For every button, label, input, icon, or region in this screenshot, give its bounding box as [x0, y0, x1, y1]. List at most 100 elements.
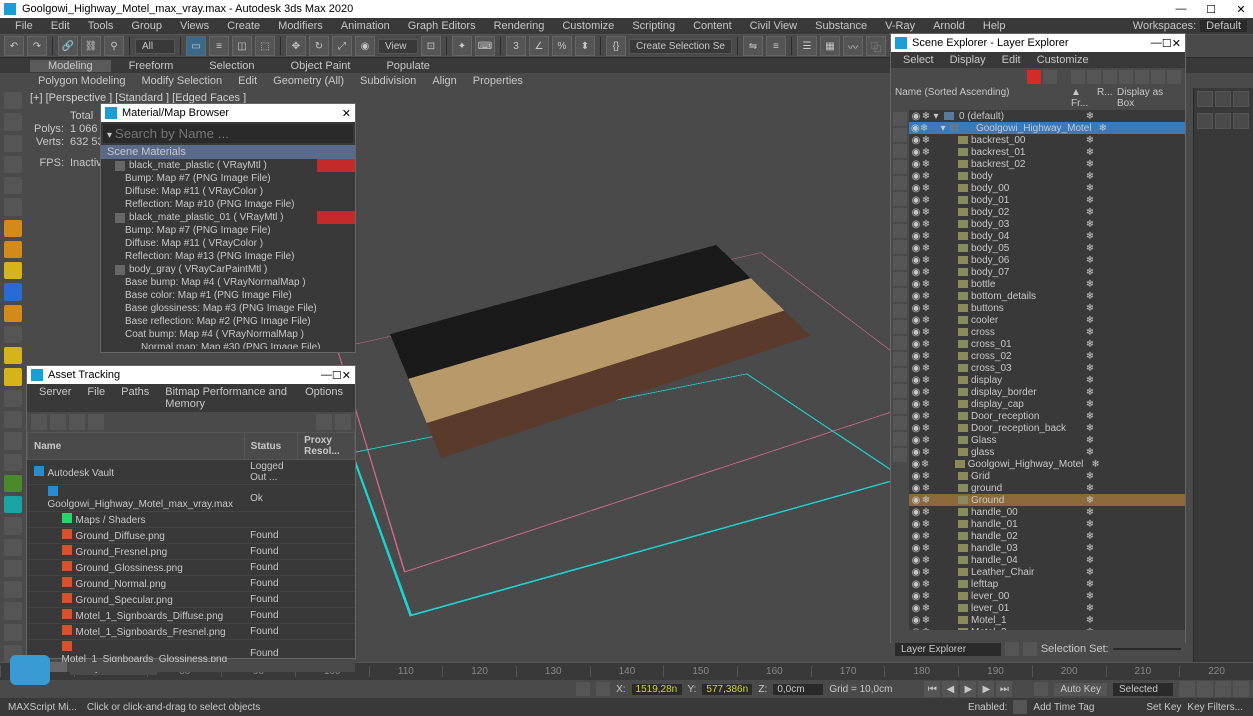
scene-row[interactable]: ◉❄▾0 (default)❄ — [909, 110, 1185, 122]
timeline-tick[interactable]: 110 — [369, 666, 443, 677]
asset-row[interactable]: Ground_Glossiness.pngFound — [28, 560, 355, 576]
ribbon-sub-edit[interactable]: Edit — [230, 75, 265, 87]
asset-tracking-window[interactable]: Asset Tracking — ☐ ✕ ServerFilePathsBitm… — [26, 365, 356, 659]
camera-icon[interactable] — [4, 220, 22, 237]
scene-list[interactable]: ◉❄▾0 (default)❄◉❄▾Goolgowi_Highway_Motel… — [909, 110, 1185, 630]
curve-editor-button[interactable]: 〰 — [843, 36, 863, 56]
create-tab-icon[interactable] — [1197, 91, 1213, 107]
add-time-tag[interactable]: Add Time Tag — [1033, 702, 1094, 713]
scene-explorer-max-button[interactable]: ☐ — [1162, 37, 1172, 50]
scene-row[interactable]: ◉❄Door_reception❄ — [909, 410, 1185, 422]
ribbon-sub-properties[interactable]: Properties — [465, 75, 531, 87]
scene-row[interactable]: ◉❄bottom_details❄ — [909, 290, 1185, 302]
asset-row[interactable]: Goolgowi_Highway_Motel_max_vray.maxOk — [28, 485, 355, 512]
asset-row[interactable]: Ground_Normal.pngFound — [28, 576, 355, 592]
scene-row[interactable]: ◉❄bottle❄ — [909, 278, 1185, 290]
se-shape-icon[interactable] — [893, 144, 907, 158]
workspaces-dropdown[interactable]: Default — [1200, 20, 1247, 32]
keyboard-shortcut-button[interactable]: ⌨ — [475, 36, 495, 56]
material-item[interactable]: Normal map: Map #30 (PNG Image File) — [101, 341, 355, 349]
scene-row[interactable]: ◉❄display_cap❄ — [909, 398, 1185, 410]
menu-scripting[interactable]: Scripting — [623, 20, 684, 32]
material-item[interactable]: black_mate_plastic_01 ( VRayMtl ) — [101, 211, 355, 224]
material-list[interactable]: black_mate_plastic ( VRayMtl )Bump: Map … — [101, 159, 355, 349]
layer-explorer-button[interactable]: ☰ — [797, 36, 817, 56]
window-crossing-button[interactable]: ⬚ — [255, 36, 275, 56]
menu-create[interactable]: Create — [218, 20, 269, 32]
scene-row[interactable]: ◉❄handle_00❄ — [909, 506, 1185, 518]
helper-icon[interactable] — [4, 326, 22, 343]
move-button[interactable]: ✥ — [286, 36, 306, 56]
at-help-icon[interactable] — [316, 414, 332, 430]
se-light-icon[interactable] — [893, 160, 907, 174]
scene-explorer-min-button[interactable]: — — [1151, 37, 1162, 49]
material-item[interactable]: Diffuse: Map #11 ( VRayColor ) — [101, 237, 355, 250]
ribbon-sub-align[interactable]: Align — [424, 75, 464, 87]
material-item[interactable]: Base color: Map #1 (PNG Image File) — [101, 289, 355, 302]
prev-frame-button[interactable]: ◀ — [942, 681, 958, 697]
scene-row[interactable]: ◉❄cross_01❄ — [909, 338, 1185, 350]
asset-row[interactable]: Motel_1_Signboards_Diffuse.pngFound — [28, 608, 355, 624]
sun-icon[interactable] — [4, 262, 22, 279]
placement-button[interactable]: ◉ — [355, 36, 375, 56]
se-misc1-icon[interactable] — [893, 320, 907, 334]
scene-row[interactable]: ◉❄body_03❄ — [909, 218, 1185, 230]
hierarchy-tab-icon[interactable] — [1233, 91, 1249, 107]
mirror-button[interactable]: ⇋ — [743, 36, 763, 56]
menu-group[interactable]: Group — [122, 20, 171, 32]
star-icon[interactable] — [4, 347, 22, 364]
key-mode-icon[interactable] — [1034, 682, 1048, 696]
se-select-icon[interactable] — [1103, 70, 1117, 84]
menu-customize[interactable]: Customize — [553, 20, 623, 32]
system-icon[interactable] — [4, 539, 22, 556]
at-tree-icon[interactable] — [69, 414, 85, 430]
massfx-icon[interactable] — [4, 496, 22, 513]
material-item[interactable]: Base glossiness: Map #3 (PNG Image File) — [101, 302, 355, 315]
scene-row[interactable]: ◉❄cooler❄ — [909, 314, 1185, 326]
layer-explorer-dropdown[interactable]: Layer Explorer — [895, 643, 1001, 656]
scene-materials-header[interactable]: Scene Materials — [101, 145, 355, 159]
ribbon-sub-polygon-modeling[interactable]: Polygon Modeling — [30, 75, 133, 87]
se-highlight-icon[interactable] — [1119, 70, 1133, 84]
vray-icon[interactable] — [4, 560, 22, 577]
menu-edit[interactable]: Edit — [42, 20, 79, 32]
ribbon-tab-object-paint[interactable]: Object Paint — [273, 60, 369, 72]
modify-panel-icon[interactable] — [4, 113, 22, 130]
goto-start-button[interactable]: ⏮ — [924, 681, 940, 697]
scene-row[interactable]: ◉❄body_05❄ — [909, 242, 1185, 254]
se-menu-select[interactable]: Select — [895, 54, 942, 66]
scene-row[interactable]: ◉❄backrest_01❄ — [909, 146, 1185, 158]
scene-row[interactable]: ◉❄Motel_1❄ — [909, 614, 1185, 626]
se-bone-icon[interactable] — [893, 256, 907, 270]
unlink-button[interactable]: ⛓ — [81, 36, 101, 56]
se-hidden-icon[interactable] — [893, 304, 907, 318]
se-misc8-icon[interactable] — [893, 432, 907, 446]
scene-row[interactable]: ◉❄body_06❄ — [909, 254, 1185, 266]
se-frozen-icon[interactable] — [893, 288, 907, 302]
scene-row[interactable]: ◉❄Motel_2❄ — [909, 626, 1185, 630]
se-lock-icon[interactable] — [1005, 642, 1019, 656]
at-menu-bitmap-performance-and-memory[interactable]: Bitmap Performance and Memory — [157, 386, 297, 410]
scene-row[interactable]: ◉❄handle_01❄ — [909, 518, 1185, 530]
se-filter-icon[interactable] — [1043, 70, 1057, 84]
se-pin-icon[interactable] — [1023, 642, 1037, 656]
utilities-panel-icon[interactable] — [4, 198, 22, 215]
se-misc6-icon[interactable] — [893, 400, 907, 414]
select-region-button[interactable]: ◫ — [232, 36, 252, 56]
scene-row[interactable]: ◉❄body_00❄ — [909, 182, 1185, 194]
se-menu-display[interactable]: Display — [942, 54, 994, 66]
autokey-button[interactable]: Auto Key — [1054, 683, 1107, 696]
at-menu-paths[interactable]: Paths — [113, 386, 157, 410]
timeline-tick[interactable]: 170 — [811, 666, 885, 677]
select-object-button[interactable]: ▭ — [186, 36, 206, 56]
gear-icon[interactable] — [4, 368, 22, 385]
timeline-tick[interactable]: 160 — [737, 666, 811, 677]
at-view-icon[interactable] — [50, 414, 66, 430]
scene-row[interactable]: ◉❄lefttap❄ — [909, 578, 1185, 590]
ribbon-tab-modeling[interactable]: Modeling — [30, 60, 111, 72]
asset-row[interactable]: Ground_Specular.pngFound — [28, 592, 355, 608]
misc-icon-3[interactable] — [4, 454, 22, 471]
se-newlayer-icon[interactable] — [1071, 70, 1085, 84]
create-panel-icon[interactable] — [4, 92, 22, 109]
selection-set-dropdown[interactable] — [1113, 648, 1181, 650]
